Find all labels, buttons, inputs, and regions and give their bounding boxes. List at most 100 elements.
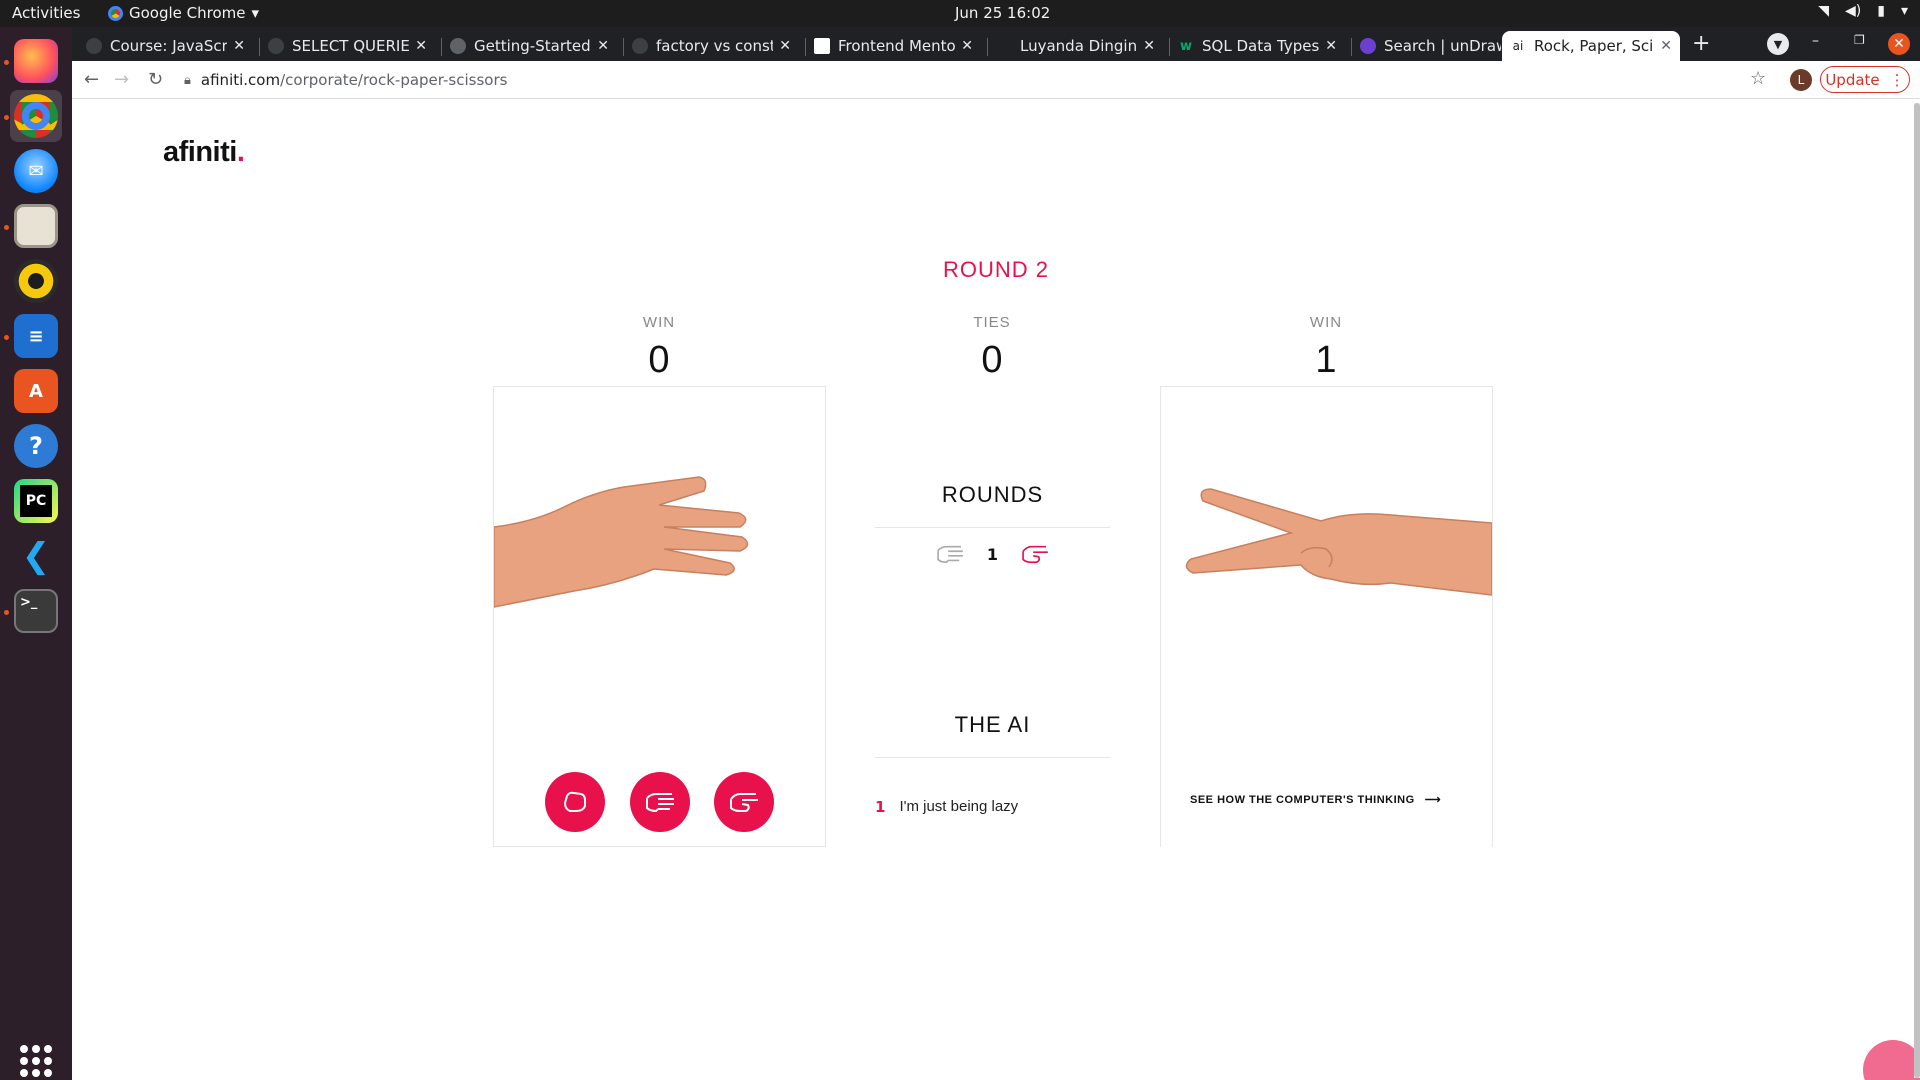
tab-favicon: w bbox=[1179, 38, 1192, 54]
rock-button[interactable] bbox=[545, 772, 605, 832]
tab-label: Frontend Mento bbox=[838, 37, 956, 55]
pycharm-icon: PC bbox=[14, 479, 58, 523]
dock-chrome[interactable] bbox=[10, 90, 62, 142]
update-button[interactable]: Update ⋮ bbox=[1820, 66, 1910, 93]
show-applications-icon[interactable] bbox=[20, 1045, 52, 1077]
dock-software[interactable]: A bbox=[10, 365, 62, 417]
app-menu-label: Google Chrome bbox=[129, 4, 246, 22]
scissors-icon bbox=[730, 793, 758, 812]
dock-vscode[interactable]: ❮ bbox=[10, 530, 62, 582]
dock-rhythmbox[interactable] bbox=[10, 255, 62, 307]
page-scrollbar[interactable] bbox=[1914, 103, 1920, 1078]
tab-label: SQL Data Types f bbox=[1202, 37, 1320, 55]
running-indicator bbox=[4, 335, 9, 340]
new-tab-button[interactable]: + bbox=[1692, 31, 1710, 56]
activities-button[interactable]: Activities bbox=[12, 4, 80, 22]
ai-title: THE AI bbox=[954, 712, 1031, 737]
paper-hand-image bbox=[493, 467, 825, 627]
back-arrow-icon[interactable]: ← bbox=[84, 69, 99, 90]
tab-rock-paper-scissors[interactable]: ai Rock, Paper, Scis ✕ bbox=[1502, 31, 1680, 61]
tab-getting-started[interactable]: Getting-Started- ✕ bbox=[442, 31, 617, 61]
dock-help[interactable]: ? bbox=[10, 420, 62, 472]
tab-frontend-mentor[interactable]: Frontend Mento ✕ bbox=[806, 31, 981, 61]
tab-search-icon[interactable]: ▼ bbox=[1767, 33, 1789, 55]
tab-favicon bbox=[996, 38, 1012, 54]
restore-button[interactable]: ❐ bbox=[1854, 33, 1865, 47]
dock-firefox[interactable] bbox=[10, 35, 62, 87]
close-icon[interactable]: ✕ bbox=[597, 38, 609, 54]
tab-factory-vs-constructor[interactable]: factory vs constr ✕ bbox=[624, 31, 799, 61]
paper-button[interactable] bbox=[630, 772, 690, 832]
see-computer-thinking-link[interactable]: SEE HOW THE COMPUTER'S THINKING ⟶ bbox=[1190, 793, 1441, 807]
tab-favicon bbox=[814, 38, 830, 54]
close-icon[interactable]: ✕ bbox=[1325, 38, 1337, 54]
bookmark-star-icon[interactable]: ☆ bbox=[1750, 68, 1766, 89]
ai-log-text: I'm just being lazy bbox=[899, 798, 1019, 815]
tab-favicon bbox=[86, 38, 102, 54]
logo-dot: . bbox=[236, 136, 245, 168]
tab-select-queries[interactable]: SELECT QUERIES ✕ bbox=[260, 31, 435, 61]
tab-favicon bbox=[268, 38, 284, 54]
system-tray[interactable]: ◥ ◀) ▮ ▾ bbox=[1818, 3, 1908, 19]
ai-log-number: 1 bbox=[875, 798, 886, 816]
running-indicator bbox=[4, 225, 9, 230]
tab-favicon: ai bbox=[1512, 39, 1524, 53]
software-center-icon: A bbox=[14, 369, 58, 413]
dock-pycharm[interactable]: PC bbox=[10, 475, 62, 527]
system-top-bar: Activities Google Chrome ▾ Jun 25 16:02 … bbox=[0, 0, 1920, 27]
vscode-icon: ❮ bbox=[21, 536, 51, 576]
dock-writer[interactable]: ≡ bbox=[10, 310, 62, 362]
running-indicator bbox=[4, 60, 9, 65]
score-label: TIES bbox=[973, 314, 1011, 331]
running-indicator bbox=[4, 610, 9, 615]
scissors-button[interactable] bbox=[714, 772, 774, 832]
score-value: 0 bbox=[648, 339, 670, 381]
forward-arrow-icon[interactable]: → bbox=[114, 69, 129, 90]
chrome-icon bbox=[14, 94, 58, 138]
ties-score: TIES 0 bbox=[892, 314, 1092, 382]
tab-label: Getting-Started- bbox=[474, 37, 592, 55]
dock-thunderbird[interactable]: ✉ bbox=[10, 145, 62, 197]
score-label: WIN bbox=[642, 314, 676, 331]
browser-toolbar: ← → ↻ 🔒︎ afiniti.com /corporate/rock-pap… bbox=[72, 61, 1920, 99]
chevron-down-icon: ▾ bbox=[251, 4, 260, 22]
battery-icon: ▮ bbox=[1877, 3, 1885, 19]
reload-icon[interactable]: ↻ bbox=[148, 69, 163, 90]
close-icon[interactable]: ✕ bbox=[1143, 38, 1155, 54]
ai-score: WIN 1 bbox=[1226, 314, 1426, 382]
tab-luyanda-dingindlela[interactable]: Luyanda Dingin ✕ bbox=[988, 31, 1163, 61]
tab-course-javascript[interactable]: Course: JavaScri ✕ bbox=[78, 31, 253, 61]
player-card bbox=[493, 386, 826, 847]
chat-widget-button[interactable] bbox=[1863, 1040, 1920, 1080]
files-icon bbox=[14, 204, 58, 248]
close-icon[interactable]: ✕ bbox=[779, 38, 791, 54]
afiniti-logo[interactable]: afiniti. bbox=[163, 136, 245, 169]
round-title: ROUND 2 bbox=[942, 257, 1049, 282]
arrow-right-icon: ⟶ bbox=[1424, 794, 1441, 806]
minimize-button[interactable]: – bbox=[1812, 33, 1819, 49]
clock[interactable]: Jun 25 16:02 bbox=[955, 4, 1050, 22]
url-host: afiniti.com bbox=[200, 71, 281, 89]
tab-sql-data-types[interactable]: w SQL Data Types f ✕ bbox=[1170, 31, 1345, 61]
see-link-label: SEE HOW THE COMPUTER'S THINKING bbox=[1190, 793, 1415, 806]
wifi-icon: ◥ bbox=[1818, 3, 1830, 19]
dock-terminal[interactable]: >_ bbox=[10, 585, 62, 637]
close-icon[interactable]: ✕ bbox=[415, 38, 427, 54]
close-window-button[interactable]: ✕ bbox=[1888, 33, 1910, 55]
tab-undraw[interactable]: Search | unDraw ✕ bbox=[1352, 31, 1527, 61]
logo-text: afiniti bbox=[163, 136, 237, 168]
ai-log-row: 1 I'm just being lazy bbox=[875, 798, 1018, 816]
close-icon[interactable]: ✕ bbox=[233, 38, 245, 54]
close-icon[interactable]: ✕ bbox=[961, 38, 973, 54]
scrollbar-thumb[interactable] bbox=[1914, 103, 1920, 1078]
paper-icon bbox=[646, 793, 674, 813]
close-icon[interactable]: ✕ bbox=[1660, 38, 1672, 54]
dock-files[interactable] bbox=[10, 200, 62, 252]
tab-label: Luyanda Dingin bbox=[1020, 37, 1138, 55]
firefox-icon bbox=[14, 39, 58, 83]
lock-icon: 🔒︎ bbox=[184, 72, 191, 88]
address-bar[interactable]: 🔒︎ afiniti.com /corporate/rock-paper-sci… bbox=[184, 66, 1824, 94]
round-history-row: 1 bbox=[875, 539, 1110, 569]
app-menu[interactable]: Google Chrome ▾ bbox=[108, 4, 259, 22]
profile-avatar[interactable]: L bbox=[1790, 69, 1812, 91]
